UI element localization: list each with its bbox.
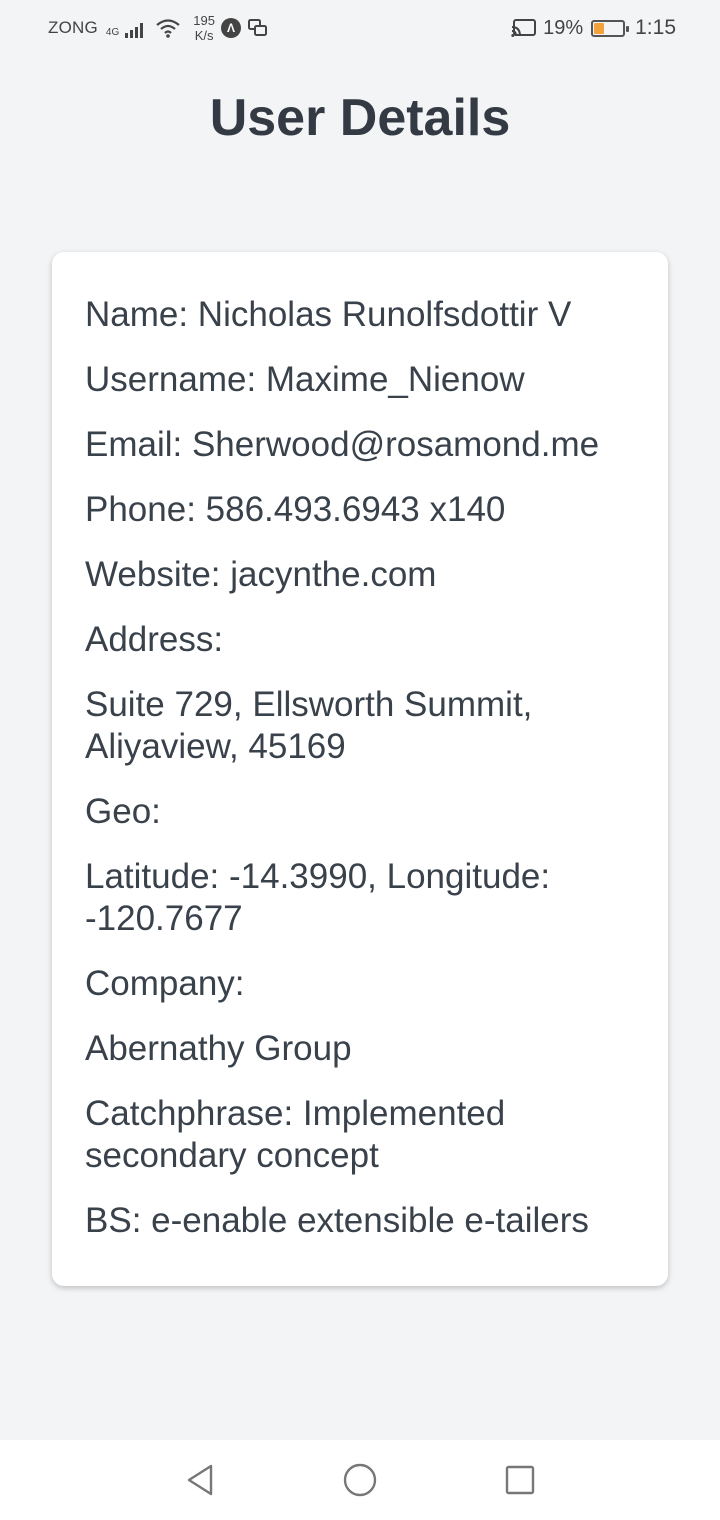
back-button[interactable] — [182, 1462, 218, 1498]
user-website: Website: jacynthe.com — [85, 555, 437, 594]
network-type: 4G — [105, 27, 120, 38]
recent-apps-icon — [505, 1465, 535, 1495]
battery-icon — [591, 19, 630, 37]
user-phone: Phone: 586.493.6943 x140 — [85, 490, 506, 529]
home-icon — [343, 1463, 377, 1497]
status-right: 19% 1:15 — [511, 16, 676, 40]
status-bar: ZONG 4G 195 K/s Λ 19% 1:15 — [0, 0, 720, 56]
carrier-label: ZONG — [48, 18, 98, 37]
back-icon — [187, 1464, 213, 1496]
wifi-icon — [156, 19, 180, 38]
home-button[interactable] — [342, 1462, 378, 1498]
app-a-icon: Λ — [220, 18, 241, 38]
user-name: Name: Nicholas Runolfsdottir V — [85, 295, 572, 334]
speed-unit: K/s — [194, 28, 214, 43]
battery-percent: 19% — [543, 16, 584, 39]
page-title: User Details — [209, 89, 511, 147]
user-email: Email: Sherwood@rosamond.me — [85, 425, 600, 464]
address-label: Address: — [85, 620, 224, 659]
speed-value: 195 — [193, 13, 215, 28]
network-speed: 195 K/s — [193, 13, 215, 43]
company-bs: BS: e-enable extensible e-tailers — [85, 1201, 589, 1240]
battery-fill — [594, 22, 605, 34]
user-details-card: Name: Nicholas Runolfsdottir V Username:… — [52, 252, 668, 1286]
geo-label: Geo: — [85, 792, 161, 831]
cast-icon — [511, 19, 537, 37]
navigation-bar — [0, 1440, 720, 1520]
recent-apps-button[interactable] — [502, 1462, 538, 1498]
user-address: Suite 729, Ellsworth Summit, Aliyaview, … — [85, 685, 533, 766]
user-geo: Latitude: -14.3990, Longitude: -120.7677 — [85, 857, 551, 938]
signal-icon — [125, 22, 144, 38]
user-username: Username: Maxime_Nienow — [85, 360, 525, 399]
screen-share-icon — [247, 19, 267, 36]
clock: 1:15 — [635, 16, 676, 39]
status-left: ZONG 4G 195 K/s Λ — [48, 13, 269, 43]
company-label: Company: — [85, 964, 245, 1003]
company-name: Abernathy Group — [85, 1029, 352, 1068]
company-catchphrase: Catchphrase: Implemented secondary conce… — [85, 1094, 506, 1175]
